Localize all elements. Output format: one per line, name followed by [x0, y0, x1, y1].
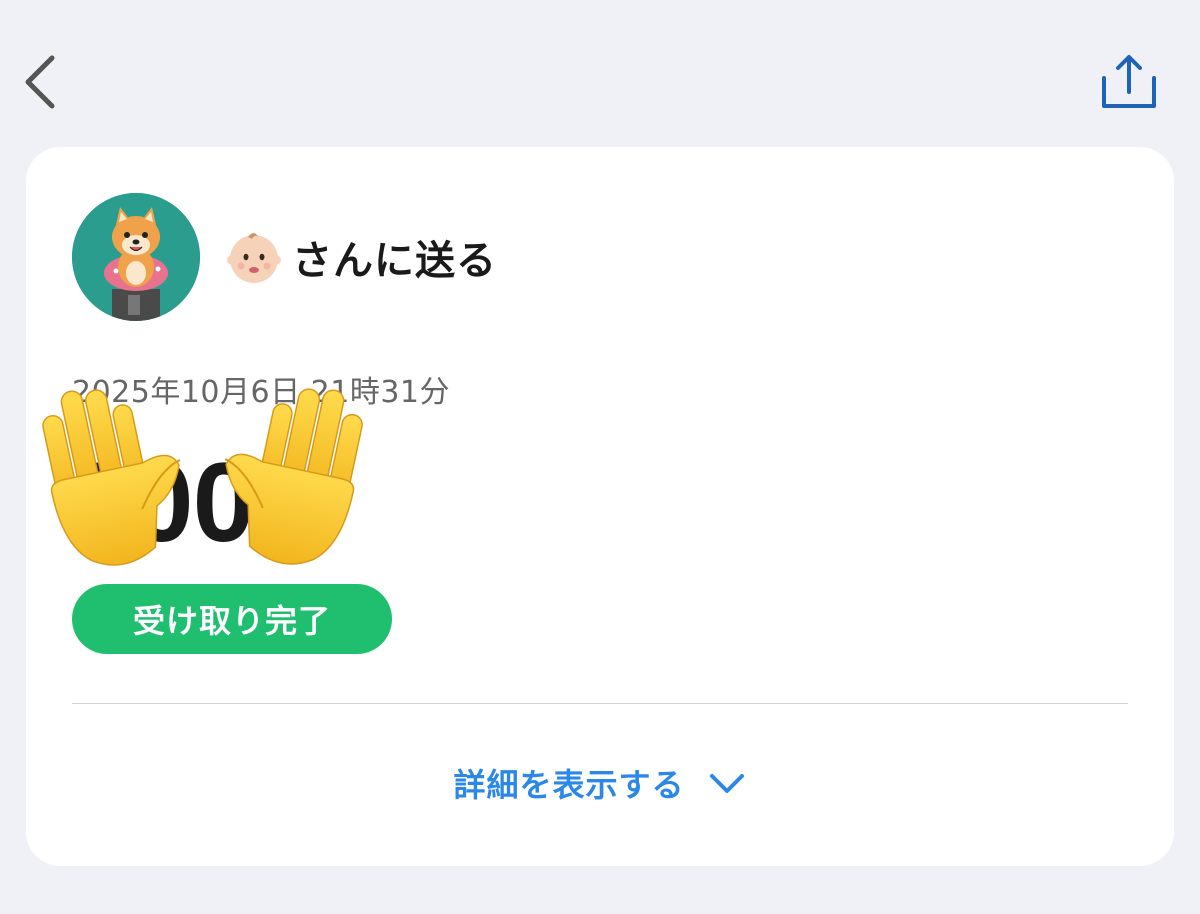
chevron-left-icon	[25, 55, 55, 109]
transaction-datetime: 2025年10月6日 21時31分	[72, 375, 450, 410]
avatar[interactable]	[72, 193, 200, 321]
currency-unit: 円	[269, 494, 320, 552]
show-details-button[interactable]: 詳細を表示する	[26, 753, 1174, 813]
share-icon	[1102, 55, 1156, 108]
chevron-down-icon	[709, 774, 744, 793]
show-details-label: 詳細を表示する	[453, 766, 685, 804]
baby-face-icon	[227, 233, 281, 283]
back-button[interactable]	[20, 50, 64, 114]
recipient-title: さんに送る	[224, 227, 497, 287]
recipient-label: さんに送る	[292, 238, 497, 284]
transaction-card: さんに送る 2025年10月6日 21時31分 000 円 受け取り完了 詳細を…	[26, 147, 1174, 866]
amount-value: 000	[70, 440, 255, 565]
status-badge: 受け取り完了	[72, 584, 392, 654]
share-button[interactable]	[1094, 50, 1164, 114]
divider	[72, 703, 1128, 704]
shiba-dog-icon	[72, 193, 200, 321]
amount: 000 円	[70, 419, 320, 559]
